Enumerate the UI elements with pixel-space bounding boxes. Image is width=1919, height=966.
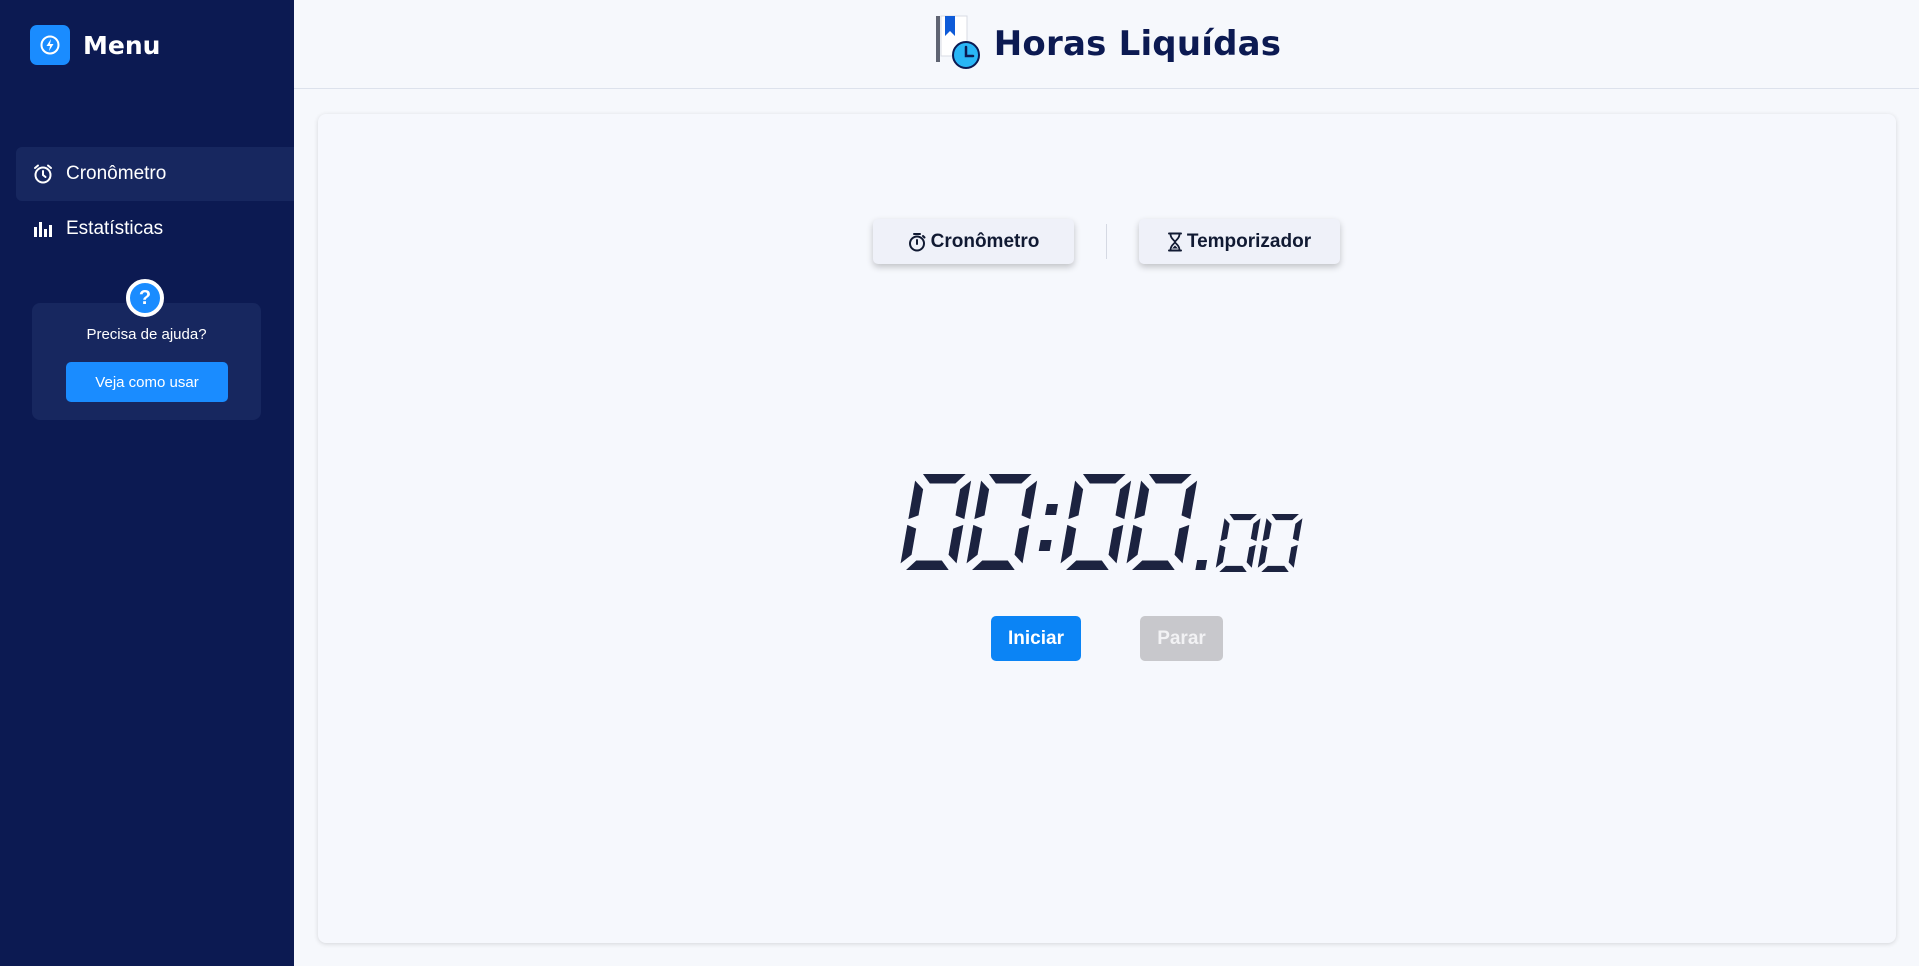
timer-segment — [1220, 518, 1230, 542]
timer-segment — [1108, 524, 1124, 564]
sidebar-item-label: Cronômetro — [66, 163, 167, 184]
timer-segment — [1126, 524, 1143, 564]
timer-segment — [1215, 544, 1226, 568]
timer-segment — [1115, 480, 1132, 520]
sidebar-item-label: Estatísticas — [66, 218, 164, 239]
help-card: ? Precisa de ajuda? Veja como usar — [32, 279, 261, 420]
start-button[interactable]: Iniciar — [991, 616, 1081, 661]
tab-cronometro[interactable]: Cronômetro — [873, 219, 1074, 264]
timer-segment — [1288, 544, 1298, 568]
timer-segment — [1060, 524, 1077, 564]
timer-segment — [972, 560, 1015, 570]
timer-segment — [966, 524, 983, 564]
main-card: Cronômetro Temporizador Iniciar Parar — [318, 114, 1896, 943]
sidebar-item-cronometro[interactable]: Cronômetro — [16, 147, 294, 201]
timer-segment — [1261, 565, 1289, 572]
bar-chart-icon — [32, 218, 54, 240]
sidebar: Menu Cronômetro Estatísticas ? Precisa d… — [0, 0, 294, 966]
timer-segment — [1082, 474, 1126, 484]
stop-button[interactable]: Parar — [1140, 616, 1223, 661]
stopwatch-icon — [908, 232, 926, 252]
timer-segment — [1229, 514, 1257, 521]
timer-segment — [1174, 524, 1190, 564]
timer-segment — [1132, 560, 1175, 570]
timer-segment — [1292, 518, 1303, 542]
help-button[interactable]: Veja como usar — [66, 362, 228, 402]
alarm-clock-icon — [32, 163, 54, 185]
timer-separator — [1038, 540, 1052, 551]
timer-segment — [1246, 544, 1256, 568]
app-header: Horas Liquídas — [294, 0, 1919, 89]
timer-segment — [955, 480, 972, 520]
menu-title: Menu — [83, 30, 161, 60]
timer-segment — [1148, 474, 1192, 484]
timer-segment — [1181, 480, 1198, 520]
menu-header: Menu — [30, 25, 160, 65]
timer-segment — [1134, 480, 1150, 520]
tab-temporizador[interactable]: Temporizador — [1139, 219, 1340, 264]
timer-segment — [1271, 514, 1299, 521]
timer-segment — [1021, 480, 1038, 520]
timer-separator — [1045, 504, 1059, 515]
timer-segment — [1257, 544, 1268, 568]
timer-segment — [948, 524, 964, 564]
timer-segment — [1250, 518, 1261, 542]
timer-segment — [1066, 560, 1109, 570]
timer-separator — [1195, 560, 1208, 570]
tab-divider — [1106, 224, 1107, 259]
timer-segment — [908, 480, 924, 520]
tab-label: Cronômetro — [930, 230, 1040, 252]
tab-label: Temporizador — [1186, 230, 1312, 252]
timer-display — [900, 474, 1303, 572]
hourglass-icon — [1167, 232, 1182, 252]
timer-segment — [988, 474, 1032, 484]
timer-segment — [1262, 518, 1272, 542]
timer-segment — [922, 474, 966, 484]
timer-segment — [1219, 565, 1247, 572]
app-title: Horas Liquídas — [993, 24, 1282, 64]
question-icon: ? — [126, 279, 164, 317]
timer-segment — [1014, 524, 1030, 564]
bookmark-clock-icon — [935, 15, 980, 69]
timer-segment — [906, 560, 949, 570]
help-question: Precisa de ajuda? — [86, 326, 207, 343]
sidebar-item-estatisticas[interactable]: Estatísticas — [16, 202, 294, 256]
bolt-circle-icon — [30, 25, 70, 65]
timer-segment — [974, 480, 990, 520]
timer-segment — [900, 524, 917, 564]
timer-segment — [1068, 480, 1084, 520]
